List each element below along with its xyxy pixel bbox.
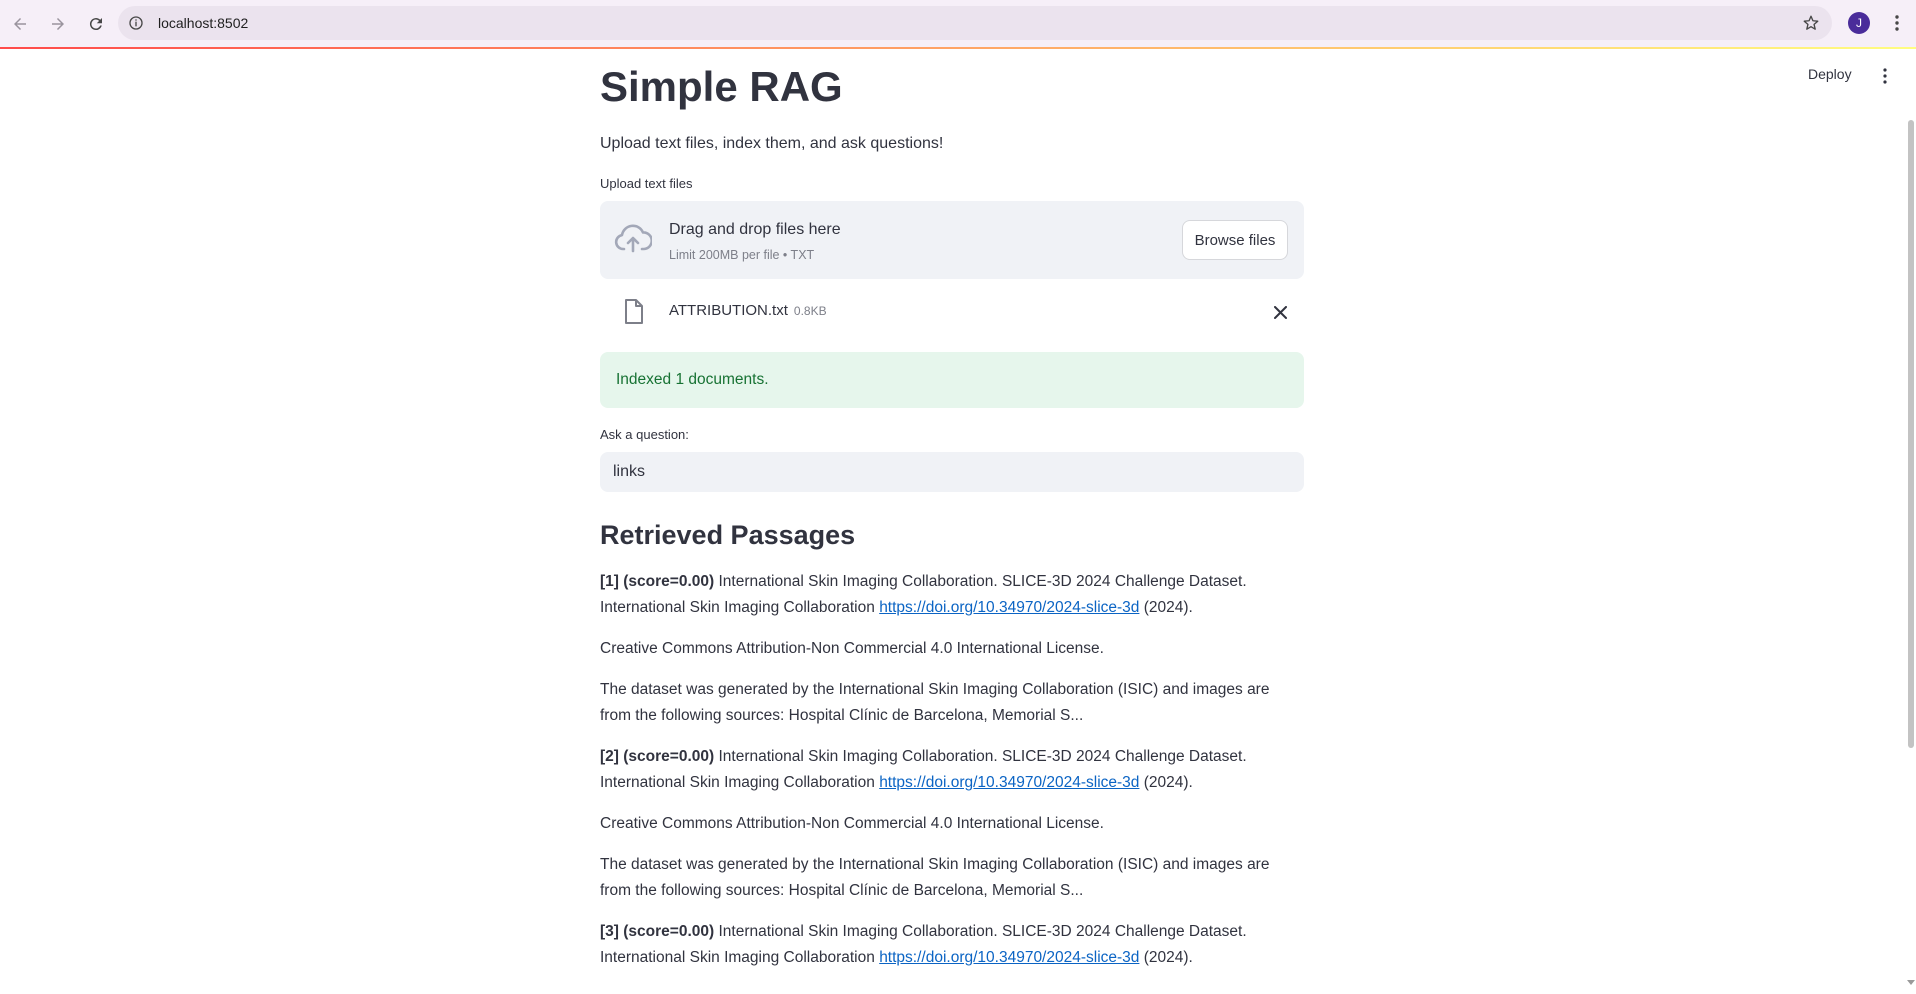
- uploaded-file-row: ATTRIBUTION.txt 0.8KB: [600, 289, 1304, 335]
- passage-year: (2024).: [1143, 774, 1193, 791]
- dropzone-limit: Limit 200MB per file • TXT: [669, 248, 815, 262]
- success-alert: Indexed 1 documents.: [600, 352, 1304, 408]
- passages-list: [1] (score=0.00) International Skin Imag…: [600, 569, 1304, 986]
- passage-item: [2] (score=0.00) International Skin Imag…: [600, 744, 1304, 904]
- results-heading: Retrieved Passages: [600, 520, 856, 550]
- page-subtitle: Upload text files, index them, and ask q…: [600, 135, 944, 152]
- passage-citation: [2] (score=0.00) International Skin Imag…: [600, 744, 1304, 796]
- cloud-upload-icon: [614, 224, 652, 253]
- passage-number: [3]: [600, 923, 619, 940]
- file-dropzone[interactable]: Drag and drop files here Limit 200MB per…: [600, 201, 1304, 279]
- star-icon[interactable]: [1802, 14, 1820, 32]
- address-bar[interactable]: localhost:8502: [118, 6, 1832, 40]
- page-title: Simple RAG: [600, 63, 843, 110]
- passage-score: (score=0.00): [623, 573, 715, 590]
- passage-doi-link[interactable]: https://doi.org/10.34970/2024-slice-3d: [879, 949, 1139, 966]
- file-icon: [625, 299, 643, 324]
- browser-toolbar: localhost:8502 J: [0, 0, 1916, 47]
- reload-icon: [89, 17, 102, 30]
- passage-license: Creative Commons Attribution-Non Commerc…: [600, 815, 1104, 832]
- question-label: Ask a question:: [600, 427, 689, 442]
- passage-year: (2024).: [1143, 599, 1193, 616]
- browser-menu-button[interactable]: [1886, 12, 1908, 34]
- dropzone-title: Drag and drop files here: [669, 221, 841, 238]
- close-icon: [1273, 305, 1287, 319]
- passage-year: (2024).: [1143, 949, 1193, 966]
- success-message: Indexed 1 documents.: [616, 371, 769, 388]
- app-menu-button[interactable]: [1876, 64, 1894, 88]
- passage-number: [1]: [600, 573, 619, 590]
- profile-avatar[interactable]: J: [1848, 12, 1870, 34]
- question-input[interactable]: [600, 452, 1304, 492]
- app-decoration-bar: [0, 47, 1916, 49]
- passage-description: The dataset was generated by the Interna…: [600, 681, 1270, 724]
- deploy-button[interactable]: Deploy: [1808, 66, 1852, 82]
- passage-score: (score=0.00): [623, 923, 715, 940]
- reload-button[interactable]: [78, 6, 114, 42]
- passage-item: [1] (score=0.00) International Skin Imag…: [600, 569, 1304, 729]
- passage-number: [2]: [600, 748, 619, 765]
- passage-doi-link[interactable]: https://doi.org/10.34970/2024-slice-3d: [879, 599, 1139, 616]
- passage-score: (score=0.00): [623, 748, 715, 765]
- passage-license: Creative Commons Attribution-Non Commerc…: [600, 640, 1104, 657]
- vertical-dots-icon: [1895, 15, 1899, 31]
- remove-file-button[interactable]: [1270, 302, 1290, 322]
- passage-description: The dataset was generated by the Interna…: [600, 856, 1270, 899]
- passage-citation: [1] (score=0.00) International Skin Imag…: [600, 569, 1304, 621]
- file-name-text: ATTRIBUTION.txt: [669, 302, 788, 319]
- url-text[interactable]: localhost:8502: [158, 15, 248, 31]
- arrow-left-icon: [14, 17, 26, 30]
- browse-files-button[interactable]: Browse files: [1182, 220, 1288, 260]
- arrow-right-icon: [52, 17, 64, 30]
- scrollbar-thumb[interactable]: [1908, 120, 1914, 748]
- passage-item: [3] (score=0.00) International Skin Imag…: [600, 919, 1304, 971]
- scroll-down-arrow[interactable]: [1907, 980, 1915, 985]
- vertical-dots-icon: [1883, 68, 1887, 84]
- file-size: 0.8KB: [793, 304, 827, 318]
- uploader-label: Upload text files: [600, 176, 693, 191]
- avatar-initial: J: [1856, 16, 1862, 30]
- passage-doi-link[interactable]: https://doi.org/10.34970/2024-slice-3d: [879, 774, 1139, 791]
- file-name: ATTRIBUTION.txt 0.8KB: [669, 302, 827, 319]
- passage-citation: [3] (score=0.00) International Skin Imag…: [600, 919, 1304, 971]
- back-button[interactable]: [2, 6, 38, 42]
- forward-button[interactable]: [40, 6, 76, 42]
- info-icon[interactable]: [128, 15, 144, 31]
